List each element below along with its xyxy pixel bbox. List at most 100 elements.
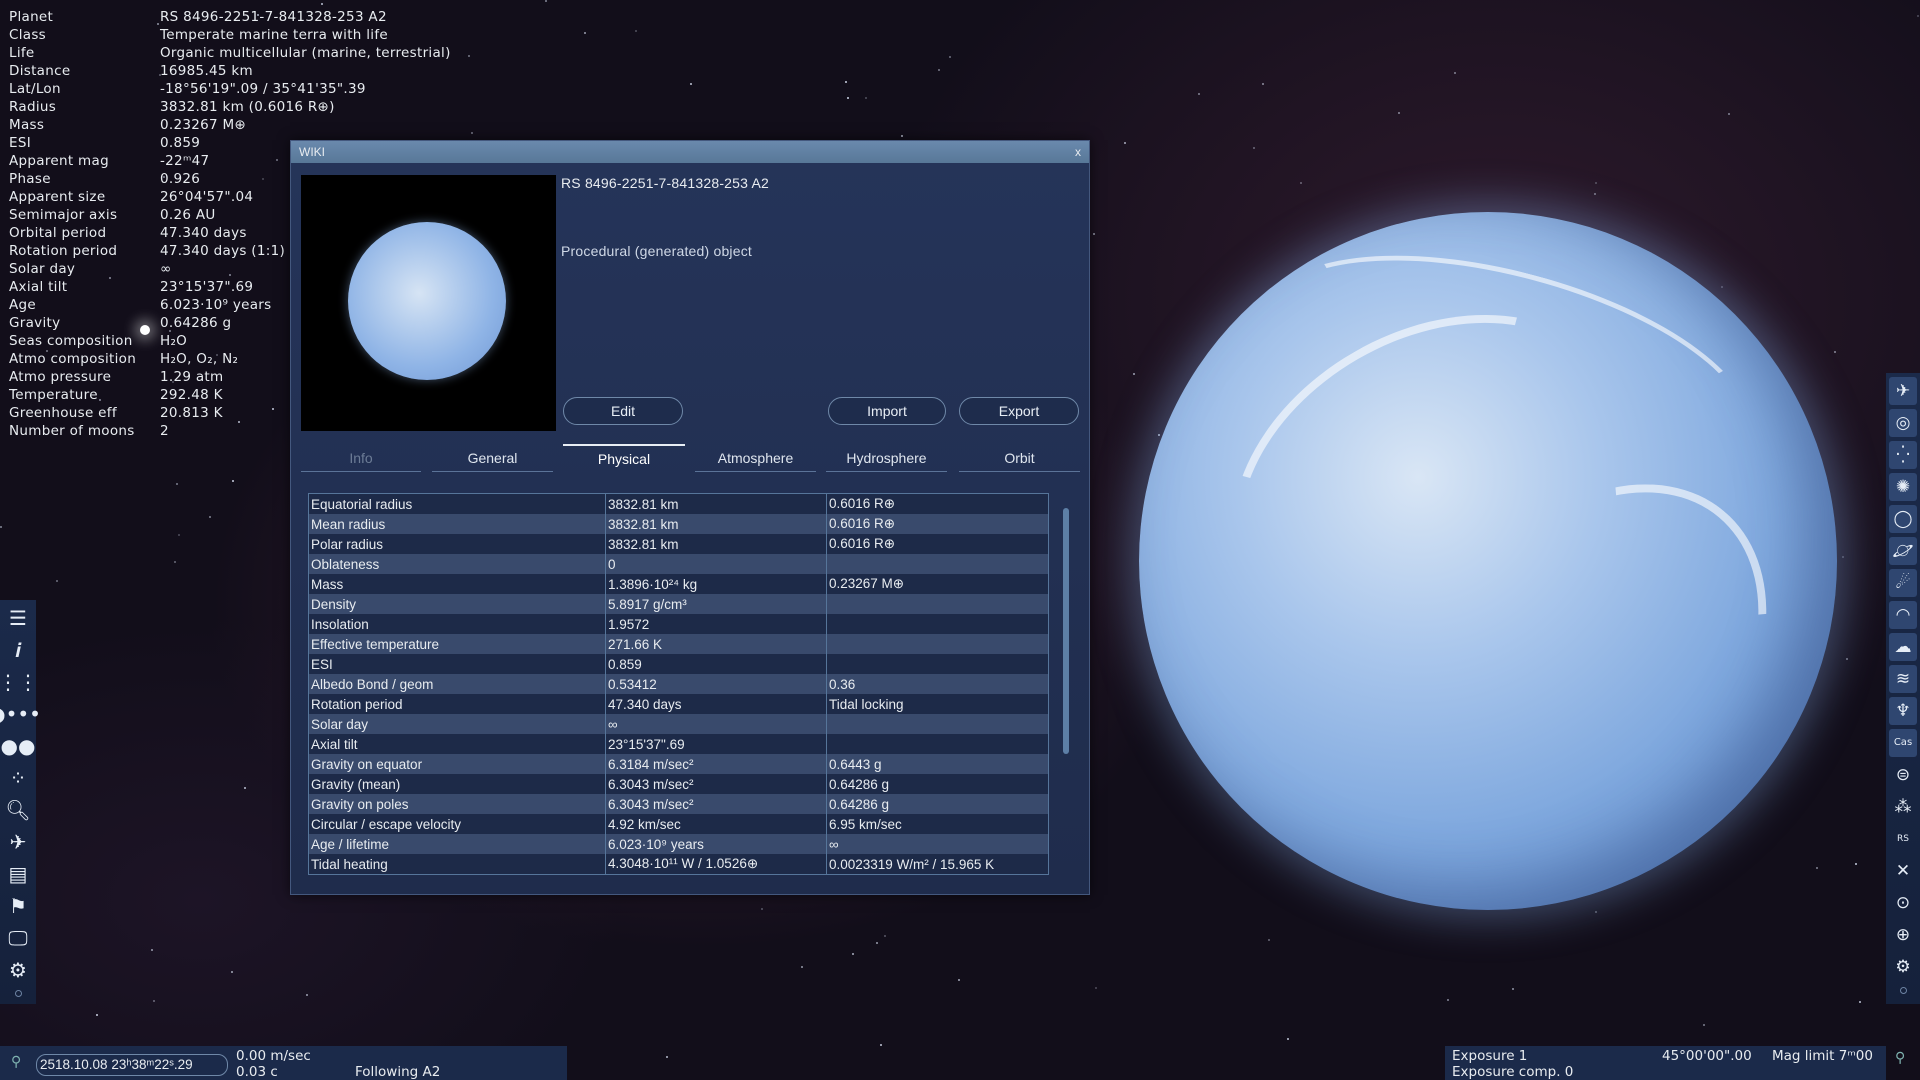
menu-icon[interactable]: ☰ xyxy=(4,604,32,632)
atmosphere-icon[interactable]: ◠ xyxy=(1889,601,1917,629)
table-cell: 0.64286 g xyxy=(829,796,890,812)
solar-system-icon[interactable]: ◗••• xyxy=(0,700,41,728)
star xyxy=(173,561,176,564)
search-icon[interactable]: 🔍︎ xyxy=(4,796,32,824)
star-browser-icon[interactable]: ●● xyxy=(1,732,36,760)
info-label: Planet xyxy=(9,9,54,25)
comet-icon[interactable]: ☄︎ xyxy=(1889,569,1917,597)
grid-icon[interactable]: ⊙ xyxy=(1889,889,1917,917)
table-cell: Albedo Bond / geom xyxy=(309,674,606,694)
star xyxy=(761,908,764,911)
star xyxy=(1594,192,1597,195)
constellation-icon[interactable]: Cas xyxy=(1889,729,1917,757)
table-row: Mean radius 3832.81 km 0.6016 R⊕ xyxy=(309,514,1048,534)
table-cell: Axial tilt xyxy=(309,734,606,754)
status-bar-left: ⚲ 2518.10.08 23ʰ38ᵐ22ˢ.29 0.00 m/sec 0.0… xyxy=(0,1046,567,1080)
tab-atmosphere[interactable]: Atmosphere xyxy=(695,444,816,472)
aurora-icon[interactable]: ♆ xyxy=(1889,697,1917,725)
clouds-icon[interactable]: ☁ xyxy=(1889,633,1917,661)
tab-info[interactable]: Info xyxy=(301,444,421,472)
settings-icon[interactable]: ⚙ xyxy=(4,956,32,984)
star xyxy=(0,526,3,529)
info-label: Seas composition xyxy=(9,333,133,349)
nebula-icon[interactable]: ◯ xyxy=(1889,505,1917,533)
tab-general[interactable]: General xyxy=(432,444,553,472)
info-value: 0.926 xyxy=(160,171,201,187)
star xyxy=(846,96,849,99)
water-icon[interactable]: ≋ xyxy=(1889,665,1917,693)
star xyxy=(1157,433,1160,436)
star xyxy=(467,55,470,58)
tab-hydrosphere[interactable]: Hydrosphere xyxy=(826,444,947,472)
tab-physical[interactable]: Physical xyxy=(563,444,685,472)
star xyxy=(1511,987,1514,990)
planetarium-icon[interactable]: ⋮⋮ xyxy=(0,668,38,696)
table-cell xyxy=(827,614,1048,634)
globe-grid-icon[interactable]: ⊕ xyxy=(1889,921,1917,949)
settings-icon[interactable]: ⚙ xyxy=(1889,953,1917,981)
star xyxy=(1262,82,1265,85)
table-scrollbar[interactable] xyxy=(1063,508,1069,754)
info-icon[interactable]: 𝒊 xyxy=(4,636,32,664)
table-row: Age / lifetime 6.023·10⁹ years ∞ xyxy=(309,834,1048,854)
star xyxy=(230,970,233,973)
star xyxy=(665,1055,668,1058)
stars-icon[interactable]: ⁛ xyxy=(1889,441,1917,469)
info-value: 20.813 K xyxy=(160,405,223,421)
star xyxy=(864,97,867,100)
planet-thumbnail xyxy=(301,175,556,431)
info-value: RS 8496-2251-7-841328-253 A2 xyxy=(160,9,387,25)
reticle-icon[interactable]: ✕ xyxy=(1889,857,1917,885)
info-label: Apparent mag xyxy=(9,153,109,169)
table-row: Density 5.8917 g/cm³ xyxy=(309,594,1048,614)
wiki-title-bar[interactable]: WIKI x xyxy=(291,141,1089,163)
star-field-icon[interactable]: ⁘ xyxy=(4,764,32,792)
galaxy-icon[interactable]: ◎ xyxy=(1889,409,1917,437)
info-label: Greenhouse eff xyxy=(9,405,117,421)
journal-icon[interactable]: ▤ xyxy=(4,860,32,888)
labels-icon[interactable]: RS xyxy=(1889,825,1917,853)
table-cell: 271.66 K xyxy=(606,634,827,654)
indicator-dot-icon xyxy=(14,990,22,997)
info-row: Lat/Lon -18°56'19".09 / 35°41'35".39 xyxy=(9,80,451,98)
star xyxy=(1094,986,1097,989)
table-cell: 6.3043 m/sec² xyxy=(606,774,827,794)
table-cell: 47.340 days xyxy=(606,694,827,714)
fov-readout: 45°00'00".00 xyxy=(1662,1048,1752,1064)
info-value: -18°56'19".09 / 35°41'35".39 xyxy=(160,81,366,97)
table-cell: 0.36 xyxy=(829,676,856,692)
table-cell: 23°15'37".69 xyxy=(606,734,827,754)
wiki-window: WIKI x RS 8496-2251-7-841328-253 A2 Proc… xyxy=(290,140,1090,895)
table-row: Albedo Bond / geom 0.53412 0.36 xyxy=(309,674,1048,694)
orbits-icon[interactable]: ⊜ xyxy=(1889,761,1917,789)
flag-icon[interactable]: ⚑ xyxy=(4,892,32,920)
star xyxy=(209,516,212,519)
planet-icon[interactable]: 🪐︎ xyxy=(1889,537,1917,565)
location-pin-icon[interactable]: ⚲ xyxy=(11,1054,21,1070)
markers-icon[interactable]: ⁂ xyxy=(1889,793,1917,821)
location-pin-icon[interactable]: ⚲ xyxy=(1895,1050,1905,1066)
mag-limit-readout: Mag limit 7ᵐ00 xyxy=(1772,1048,1873,1064)
table-cell: 0.6016 R⊕ xyxy=(829,516,896,531)
edit-button[interactable]: Edit xyxy=(563,397,683,425)
table-row: Rotation period 47.340 days Tidal locking xyxy=(309,694,1048,714)
planet-view[interactable] xyxy=(1139,210,1839,930)
table-cell: 3832.81 km xyxy=(606,514,827,534)
tab-orbit[interactable]: Orbit xyxy=(959,444,1080,472)
import-button[interactable]: Import xyxy=(828,397,946,425)
table-cell: 6.95 km/sec xyxy=(829,816,902,832)
star xyxy=(1093,232,1096,235)
display-icon[interactable]: 🖵 xyxy=(4,924,32,952)
table-row: Polar radius 3832.81 km 0.6016 R⊕ xyxy=(309,534,1048,554)
close-icon[interactable]: x xyxy=(1075,145,1081,159)
export-button[interactable]: Export xyxy=(959,397,1079,425)
cluster-icon[interactable]: ✺ xyxy=(1889,473,1917,501)
speed-readout: 0.00 m/sec xyxy=(236,1048,311,1064)
physical-table: Equatorial radius 3832.81 km 0.6016 R⊕ Mean… xyxy=(308,493,1049,875)
datetime-field[interactable]: 2518.10.08 23ʰ38ᵐ22ˢ.29 xyxy=(36,1054,228,1076)
spaceship-icon[interactable]: ✈︎ xyxy=(4,828,32,856)
info-value: 6.023·10⁹ years xyxy=(160,297,272,313)
spaceship-icon[interactable]: ✈︎ xyxy=(1889,377,1917,405)
star xyxy=(948,56,951,59)
info-label: Atmo pressure xyxy=(9,369,112,385)
